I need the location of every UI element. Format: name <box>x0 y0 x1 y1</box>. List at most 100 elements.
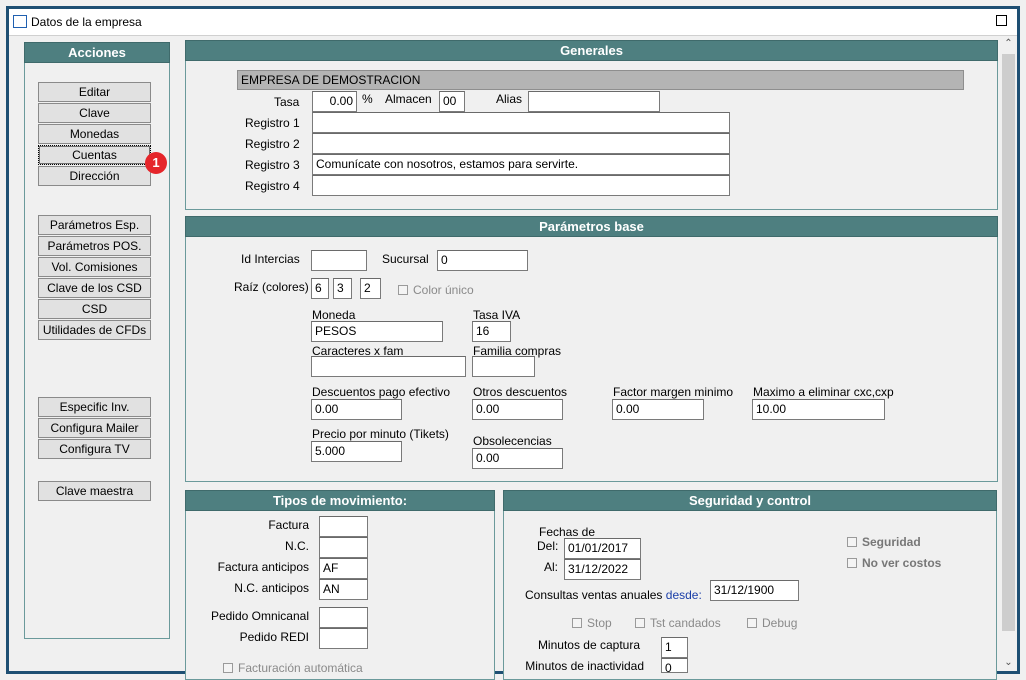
cuentas-button[interactable]: Cuentas <box>38 145 151 165</box>
sucursal-input[interactable]: 0 <box>437 250 528 271</box>
tasa-iva-input[interactable]: 16 <box>472 321 511 342</box>
clave-maestra-button[interactable]: Clave maestra <box>38 481 151 501</box>
almacen-input[interactable]: 00 <box>439 91 465 112</box>
factura-input[interactable] <box>319 516 368 537</box>
scroll-up-icon[interactable]: ⌃ <box>1000 36 1017 52</box>
otros-desc-label: Otros descuentos <box>473 385 568 399</box>
registro1-label: Registro 1 <box>245 116 300 130</box>
desde-label: desde: <box>665 588 702 602</box>
registro3-label: Registro 3 <box>245 158 300 172</box>
seguridad-checkbox[interactable]: Seguridad <box>847 535 921 549</box>
facturacion-automatica-checkbox[interactable]: Facturación automática <box>223 661 363 675</box>
configura-mailer-button[interactable]: Configura Mailer <box>38 418 151 438</box>
registro3-input[interactable]: Comunícate con nosotros, estamos para se… <box>312 154 730 175</box>
factura-label: Factura <box>268 518 309 532</box>
raiz-color-2[interactable]: 3 <box>333 278 352 299</box>
company-name: EMPRESA DE DEMOSTRACION <box>237 70 964 90</box>
del-label: Del: <box>537 539 559 553</box>
no-ver-costos-label: No ver costos <box>862 556 942 570</box>
precio-minuto-label: Precio por minuto (Tikets) <box>312 427 449 441</box>
clave-button[interactable]: Clave <box>38 103 151 123</box>
vol-comisiones-button[interactable]: Vol. Comisiones <box>38 257 151 277</box>
title-bar: Datos de la empresa <box>9 9 1017 36</box>
moneda-input[interactable]: PESOS <box>311 321 443 342</box>
raiz-label: Raíz (colores) <box>234 280 309 294</box>
raiz-color-3[interactable]: 2 <box>360 278 381 299</box>
parametros-title: Parámetros base <box>185 216 998 237</box>
stop-label: Stop <box>587 616 612 630</box>
sucursal-label: Sucursal <box>382 252 429 266</box>
registro2-input[interactable] <box>312 133 730 154</box>
factura-anticipos-label: Factura anticipos <box>217 560 309 574</box>
registro4-input[interactable] <box>312 175 730 196</box>
nc-input[interactable] <box>319 537 368 558</box>
consultas-text: Consultas ventas anuales <box>525 588 663 602</box>
nc-anticipos-input[interactable]: AN <box>319 579 368 600</box>
monedas-button[interactable]: Monedas <box>38 124 151 144</box>
stop-checkbox[interactable]: Stop <box>572 616 612 630</box>
tst-candados-label: Tst candados <box>650 616 721 630</box>
percent-label: % <box>362 92 373 106</box>
debug-checkbox[interactable]: Debug <box>747 616 797 630</box>
facturacion-automatica-label: Facturación automática <box>238 661 363 675</box>
caracteres-input[interactable] <box>311 356 466 377</box>
parametros-pos-button[interactable]: Parámetros POS. <box>38 236 151 256</box>
tipos-title: Tipos de movimiento: <box>185 490 495 511</box>
utilidades-cfds-button[interactable]: Utilidades de CFDs <box>38 320 151 340</box>
direccion-button[interactable]: Dirección <box>38 166 151 186</box>
parametros-esp-button[interactable]: Parámetros Esp. <box>38 215 151 235</box>
desc-pago-input[interactable]: 0.00 <box>311 399 402 420</box>
acciones-title: Acciones <box>24 42 170 63</box>
configura-tv-button[interactable]: Configura TV <box>38 439 151 459</box>
pedido-omnicanal-label: Pedido Omnicanal <box>210 609 309 623</box>
familia-compras-input[interactable] <box>472 356 535 377</box>
vertical-scrollbar[interactable]: ⌃ ⌄ <box>1000 36 1017 671</box>
precio-minuto-input[interactable]: 5.000 <box>311 441 402 462</box>
pedido-redi-input[interactable] <box>319 628 368 649</box>
factor-input[interactable]: 0.00 <box>612 399 704 420</box>
nc-label: N.C. <box>285 539 309 553</box>
no-ver-costos-checkbox[interactable]: No ver costos <box>847 556 941 570</box>
id-intercias-label: Id Intercias <box>241 252 300 266</box>
factura-anticipos-input[interactable]: AF <box>319 558 368 579</box>
raiz-color-1[interactable]: 6 <box>311 278 329 299</box>
clave-csd-button[interactable]: Clave de los CSD <box>38 278 151 298</box>
seguridad-title: Seguridad y control <box>503 490 997 511</box>
registro1-input[interactable] <box>312 112 730 133</box>
nc-anticipos-label: N.C. anticipos <box>234 581 309 595</box>
minutos-inactividad-input[interactable]: 0 <box>661 658 688 673</box>
obsolescencias-input[interactable]: 0.00 <box>472 448 563 469</box>
color-unico-label: Color único <box>413 283 474 297</box>
id-intercias-input[interactable] <box>311 250 367 271</box>
especific-inv-button[interactable]: Especific Inv. <box>38 397 151 417</box>
desde-date-input[interactable]: 31/12/1900 <box>710 580 799 601</box>
pedido-omnicanal-input[interactable] <box>319 607 368 628</box>
desc-pago-label: Descuentos pago efectivo <box>312 385 451 399</box>
maximize-button[interactable] <box>996 15 1007 26</box>
csd-button[interactable]: CSD <box>38 299 151 319</box>
consultas-label: Consultas ventas anuales desde: <box>525 588 702 602</box>
color-unico-checkbox[interactable]: Color único <box>398 283 474 297</box>
al-date-input[interactable]: 31/12/2022 <box>564 559 641 580</box>
tasa-label: Tasa <box>274 95 300 109</box>
minutos-captura-input[interactable]: 1 <box>661 637 688 658</box>
otros-desc-input[interactable]: 0.00 <box>472 399 563 420</box>
debug-label: Debug <box>762 616 798 630</box>
obsolescencias-label: Obsolecencias <box>473 434 552 448</box>
editar-button[interactable]: Editar <box>38 82 151 102</box>
minutos-captura-label: Minutos de captura <box>537 638 640 652</box>
alias-label: Alias <box>496 92 523 106</box>
factor-label: Factor margen minimo <box>613 385 734 399</box>
window-icon <box>13 15 27 28</box>
tasa-input[interactable]: 0.00 <box>312 91 357 112</box>
scroll-down-icon[interactable]: ⌄ <box>1000 655 1017 671</box>
maximo-label: Maximo a eliminar cxc,cxp <box>753 385 894 399</box>
maximo-input[interactable]: 10.00 <box>752 399 885 420</box>
window: Datos de la empresa Acciones Editar Clav… <box>6 6 1020 680</box>
tst-candados-checkbox[interactable]: Tst candados <box>635 616 721 630</box>
seguridad-checkbox-label: Seguridad <box>862 535 921 549</box>
del-date-input[interactable]: 01/01/2017 <box>564 538 641 559</box>
alias-input[interactable] <box>528 91 660 112</box>
step-badge: 1 <box>145 152 167 174</box>
scroll-thumb[interactable] <box>1002 54 1015 631</box>
